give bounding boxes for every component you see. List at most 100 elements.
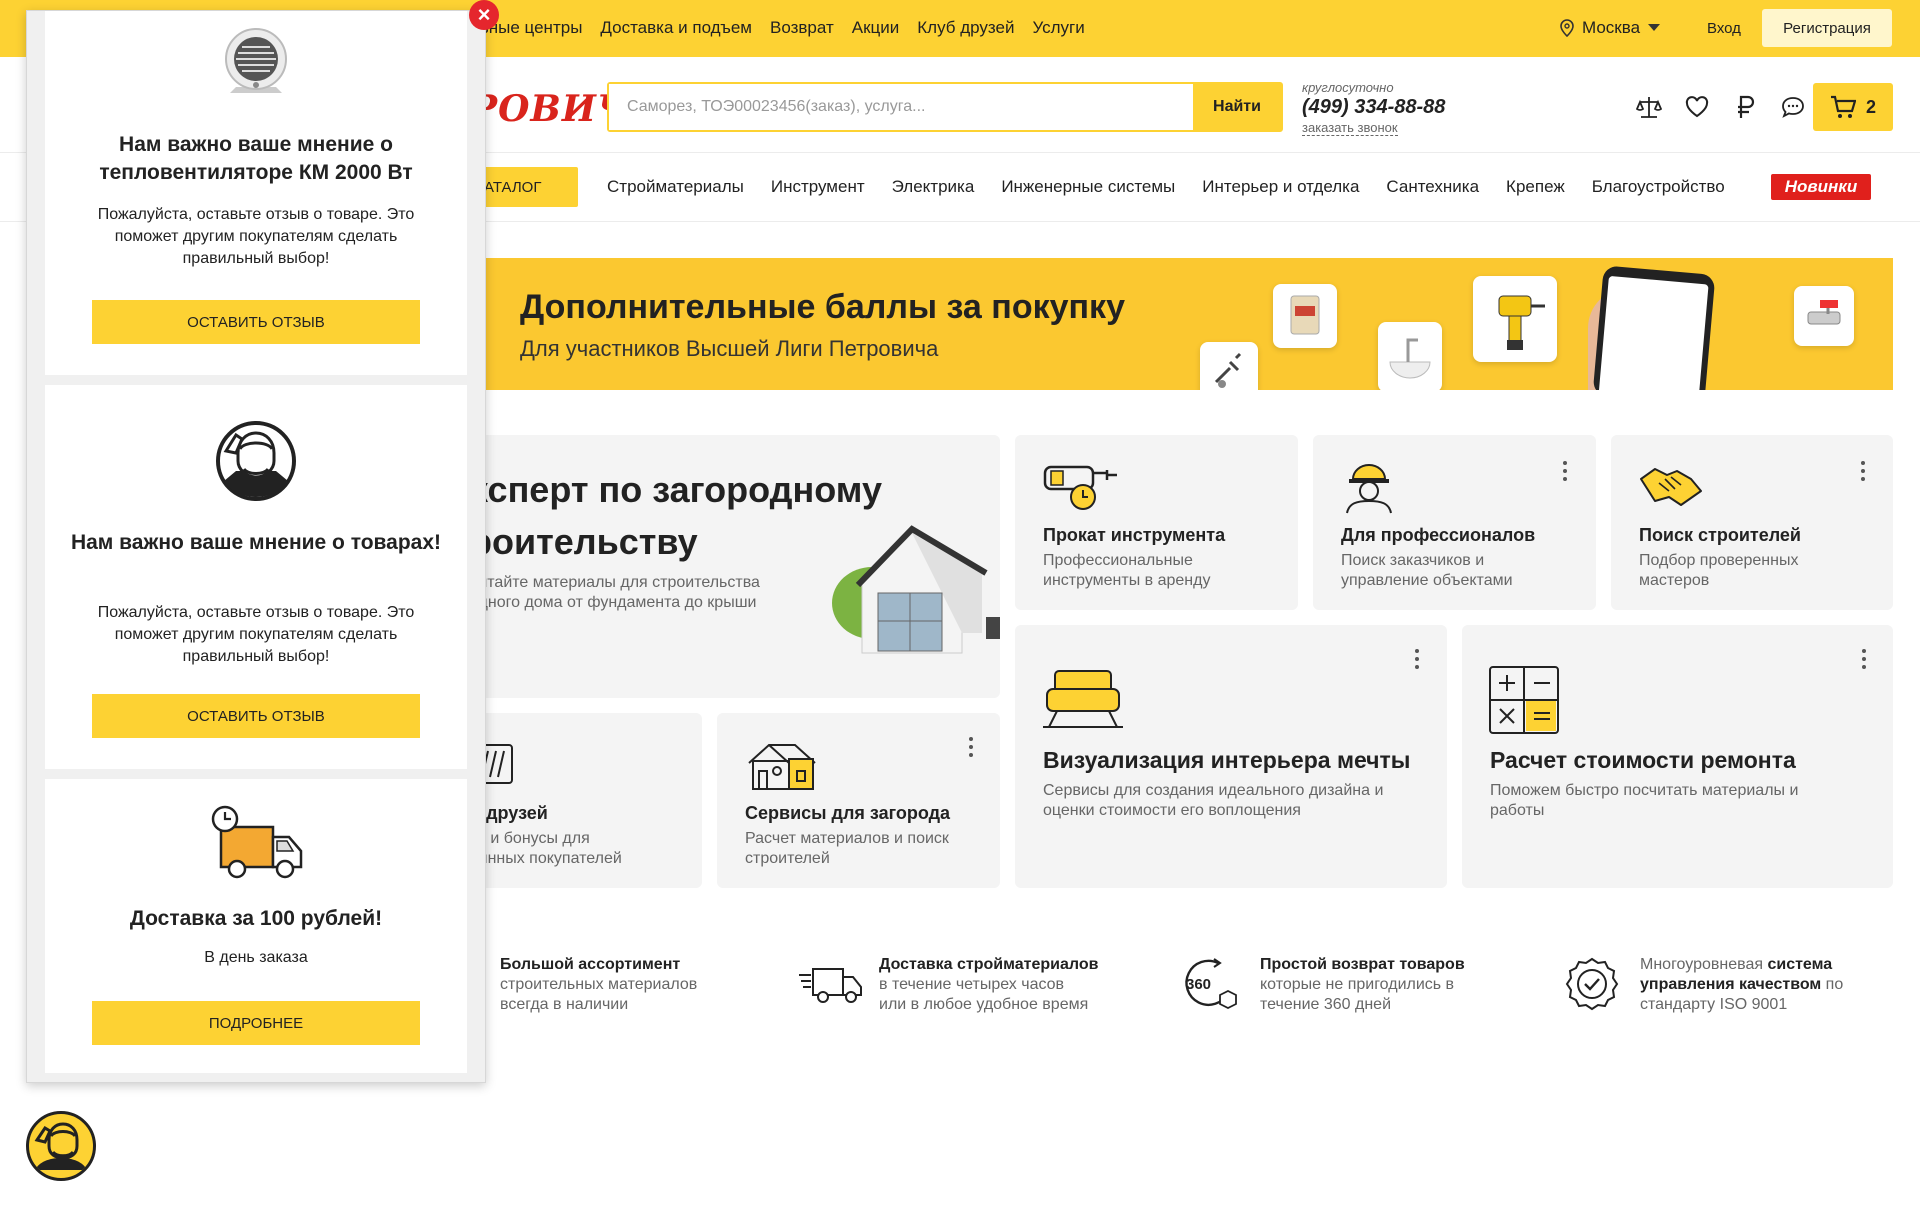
card-interior-visualization[interactable]: Визуализация интерьера мечты Сервисы для… xyxy=(1015,625,1447,888)
card-expert[interactable]: ксперт по загородному роительству читайт… xyxy=(470,435,1000,698)
chat-bubble-icon[interactable] xyxy=(1780,94,1806,120)
advantage-assortment-line2: всегда в наличии xyxy=(500,996,629,1013)
compare-scales-icon[interactable] xyxy=(1636,94,1662,120)
card-repair-calc-title: Расчет стоимости ремонта xyxy=(1490,747,1796,773)
support-chat-button[interactable] xyxy=(26,1111,96,1181)
card-country-services-title: Сервисы для загорода xyxy=(745,803,951,823)
card-friends-club[interactable]: б друзей ки и бонусы для оянных покупате… xyxy=(470,713,702,888)
return-360-icon: 360 xyxy=(1185,958,1237,1010)
card-repair-calc-desc-1: Поможем быстро посчитать материалы и xyxy=(1490,782,1799,799)
top-nav-item-friends-club[interactable]: Клуб друзей xyxy=(917,18,1014,38)
card-professionals-desc-1: Поиск заказчиков и xyxy=(1341,552,1485,569)
card-repair-calc-desc-2: работы xyxy=(1490,802,1545,819)
house-icon xyxy=(748,744,816,790)
card-tool-rent[interactable]: Прокат инструмента Профессиональные инст… xyxy=(1015,435,1298,610)
top-nav-item-return[interactable]: Возврат xyxy=(770,18,834,38)
advantage-return-line1: которые не пригодились в xyxy=(1260,976,1455,993)
banner-tile-bucket-icon xyxy=(1273,284,1337,348)
advantage-return-line2: течение 360 дней xyxy=(1260,996,1392,1013)
register-button[interactable]: Регистрация xyxy=(1762,9,1892,47)
card-expert-title-1: ксперт по загородному xyxy=(470,469,882,510)
city-selector[interactable]: Москва xyxy=(1560,18,1661,38)
card-find-builders[interactable]: Поиск строителей Подбор проверенных маст… xyxy=(1611,435,1893,610)
card-repair-calc-menu-icon[interactable] xyxy=(1862,649,1868,673)
card-interior-desc-2: оценки стоимости его воплощения xyxy=(1043,802,1301,819)
leave-review-products-button[interactable]: Оставить отзыв xyxy=(92,694,420,738)
card-repair-calc[interactable]: Расчет стоимости ремонта Поможем быстро … xyxy=(1462,625,1893,888)
advantage-return: 360 Простой возврат товаров которые не п… xyxy=(1178,955,1465,1015)
delivery-truck-icon xyxy=(799,968,862,1003)
category-landscaping[interactable]: Благоустройство xyxy=(1592,177,1725,197)
advantage-assortment-title: Большой ассортимент xyxy=(500,956,681,973)
advantage-quality-bold2: управления качеством xyxy=(1640,976,1822,993)
banner-smartphone xyxy=(1592,265,1716,390)
popup-card-heater-review: Нам важно ваше мнение о тепловентиляторе… xyxy=(45,11,467,375)
advantage-quality-bold1: система xyxy=(1767,956,1833,973)
promo-banner[interactable]: Дополнительные баллы за покупку Для учас… xyxy=(470,258,1893,390)
handshake-icon xyxy=(1640,468,1702,506)
leave-review-heater-button[interactable]: Оставить отзыв xyxy=(92,300,420,344)
phone-number[interactable]: (499) 334-88-88 xyxy=(1302,95,1445,119)
builder-helmet-icon xyxy=(1346,464,1392,514)
category-engineering[interactable]: Инженерные системы xyxy=(1001,177,1175,197)
heart-icon[interactable] xyxy=(1684,94,1710,120)
advantage-delivery-title: Доставка стройматериалов xyxy=(879,956,1099,973)
category-nav: Стройматериалы Инструмент Электрика Инже… xyxy=(607,177,1725,197)
advantage-quality-line2: стандарту ISO 9001 xyxy=(1640,996,1788,1013)
banner-tile-valve-icon xyxy=(1794,286,1854,346)
card-professionals-title: Для профессионалов xyxy=(1341,525,1536,545)
advantage-quality-post: по xyxy=(1821,976,1844,993)
login-link[interactable]: Вход xyxy=(1707,20,1741,37)
category-plumbing[interactable]: Сантехника xyxy=(1386,177,1479,197)
category-tools[interactable]: Инструмент xyxy=(771,177,865,197)
catalog-button[interactable]: АТАЛОГ xyxy=(470,167,578,207)
phone-hint: круглосуточно xyxy=(1302,80,1394,95)
popup-card-heater-text: Пожалуйста, оставьте отзыв о товаре. Это… xyxy=(97,206,415,267)
top-nav-item-promo[interactable]: Акции xyxy=(852,18,900,38)
search-bar: Найти xyxy=(607,82,1283,132)
new-items-badge[interactable]: Новинки xyxy=(1771,174,1871,200)
card-find-builders-menu-icon[interactable] xyxy=(1861,461,1867,485)
card-country-services-menu-icon[interactable] xyxy=(969,737,975,761)
popup-close-icon[interactable]: × xyxy=(469,0,499,30)
category-electrics[interactable]: Электрика xyxy=(892,177,975,197)
card-professionals-menu-icon[interactable] xyxy=(1563,461,1569,485)
banner-tile-sink-icon xyxy=(1378,322,1442,390)
card-professionals[interactable]: Для профессионалов Поиск заказчиков и уп… xyxy=(1313,435,1596,610)
popup-card-heater-title: Нам важно ваше мнение о тепловентиляторе… xyxy=(99,133,413,184)
card-interior-menu-icon[interactable] xyxy=(1415,649,1421,673)
card-friends-club-desc-1: ки и бонусы для xyxy=(470,830,590,847)
fan-heater-product-image xyxy=(225,28,287,93)
cart-icon xyxy=(1830,95,1856,118)
category-interior[interactable]: Интерьер и отделка xyxy=(1202,177,1359,197)
mascot-chat-icon xyxy=(34,1122,87,1170)
top-nav-item-services[interactable]: Услуги xyxy=(1032,18,1084,38)
category-building-materials[interactable]: Стройматериалы xyxy=(607,177,744,197)
ruble-icon[interactable] xyxy=(1732,94,1758,120)
quality-seal-icon xyxy=(1565,957,1619,1011)
card-professionals-desc-2: управление объектами xyxy=(1341,572,1513,589)
card-interior-title: Визуализация интерьера мечты xyxy=(1043,747,1411,773)
popup-card-products-title: Нам важно ваше мнение о товарах! xyxy=(70,531,442,554)
city-name: Москва xyxy=(1582,18,1641,37)
top-nav: льные центры Доставка и подъем Возврат А… xyxy=(470,18,1085,38)
advantage-quality-pre: Многоуровневая xyxy=(1640,956,1768,973)
advantage-delivery-line1: в течение четырех часов xyxy=(879,976,1065,993)
cart-button[interactable]: 2 xyxy=(1813,83,1893,131)
category-fasteners[interactable]: Крепеж xyxy=(1506,177,1565,197)
card-expert-title-2: роительству xyxy=(470,521,698,562)
callback-link[interactable]: заказать звонок xyxy=(1302,120,1398,136)
search-button[interactable]: Найти xyxy=(1193,84,1281,130)
country-house-illustration xyxy=(832,525,1000,654)
advantage-return-title: Простой возврат товаров xyxy=(1260,956,1465,973)
banner-title: Дополнительные баллы за покупку xyxy=(520,288,1125,326)
card-expert-desc-2: одного дома от фундамента до крыши xyxy=(470,594,757,611)
delivery-more-button[interactable]: Подробнее xyxy=(92,1001,420,1045)
card-country-services-desc-2: строителей xyxy=(745,850,830,867)
petrovich-mascot-icon xyxy=(216,421,296,501)
card-expert-desc-1: читайте материалы для строительства xyxy=(470,574,760,591)
location-pin-icon xyxy=(1560,19,1574,37)
card-country-services[interactable]: Сервисы для загорода Расчет материалов и… xyxy=(717,713,1000,888)
search-input[interactable] xyxy=(609,84,1193,130)
top-nav-item-delivery[interactable]: Доставка и подъем xyxy=(600,18,752,38)
